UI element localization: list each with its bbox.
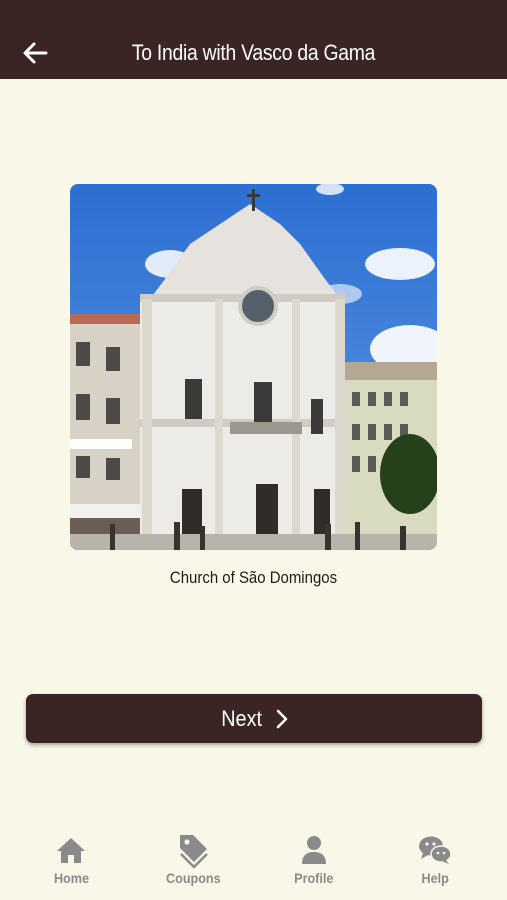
page-title: To India with Vasco da Gama (131, 40, 376, 65)
tab-home-label: Home (53, 870, 89, 886)
chat-bubbles-icon (419, 836, 452, 864)
tab-help-label: Help (421, 870, 449, 886)
church-photo (70, 184, 437, 550)
next-button[interactable]: Next (26, 694, 482, 743)
home-icon (57, 838, 85, 863)
tab-profile[interactable]: Profile (269, 832, 359, 886)
tab-profile-label: Profile (294, 870, 334, 886)
tag-icon (180, 835, 208, 868)
tab-home[interactable]: Home (26, 832, 116, 886)
chevron-right-icon (276, 709, 287, 728)
bottom-tab-bar: Home Coupons Profile Help (0, 820, 507, 900)
person-icon (302, 836, 326, 864)
next-button-label: Next (221, 705, 263, 731)
tab-coupons-label: Coupons (165, 870, 221, 886)
tab-coupons[interactable]: Coupons (148, 832, 238, 886)
photo-caption: Church of São Domingos (169, 568, 338, 587)
app-header: To India with Vasco da Gama (0, 0, 507, 79)
tab-help[interactable]: Help (390, 832, 480, 886)
